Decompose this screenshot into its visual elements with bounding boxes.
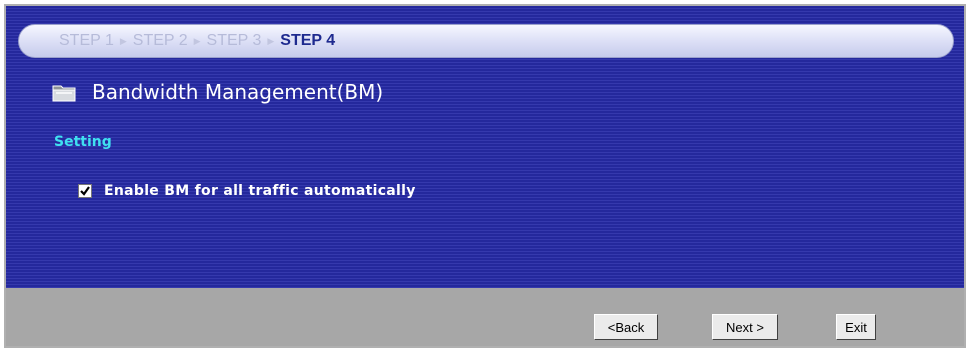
section-heading: Setting — [54, 134, 112, 150]
back-button[interactable]: <Back — [594, 314, 658, 340]
wizard-footer: <Back Next > Exit — [6, 288, 964, 346]
page-title: Bandwidth Management(BM) — [92, 80, 384, 104]
enable-bm-row[interactable]: Enable BM for all traffic automatically — [78, 183, 416, 199]
page-title-row: Bandwidth Management(BM) — [52, 80, 383, 104]
enable-bm-checkbox[interactable] — [78, 184, 92, 198]
step-1: STEP 1 — [59, 32, 114, 49]
step-3: STEP 3 — [206, 32, 262, 49]
folder-icon — [52, 85, 76, 102]
checkmark-icon — [80, 186, 90, 196]
exit-button[interactable]: Exit — [836, 314, 876, 340]
step-separator-icon: ▶ — [119, 35, 127, 46]
wizard-steps-bar: STEP 1 ▶ STEP 2 ▶ STEP 3 ▶ STEP 4 — [18, 24, 954, 58]
next-button[interactable]: Next > — [712, 314, 778, 340]
step-separator-icon: ▶ — [193, 35, 201, 46]
wizard-panel: STEP 1 ▶ STEP 2 ▶ STEP 3 ▶ STEP 4 Bandwi… — [6, 6, 964, 288]
step-separator-icon: ▶ — [267, 35, 275, 46]
enable-bm-label: Enable BM for all traffic automatically — [104, 183, 416, 199]
step-4: STEP 4 — [280, 32, 336, 49]
wizard-frame: STEP 1 ▶ STEP 2 ▶ STEP 3 ▶ STEP 4 Bandwi… — [4, 4, 966, 348]
step-2: STEP 2 — [132, 32, 188, 49]
